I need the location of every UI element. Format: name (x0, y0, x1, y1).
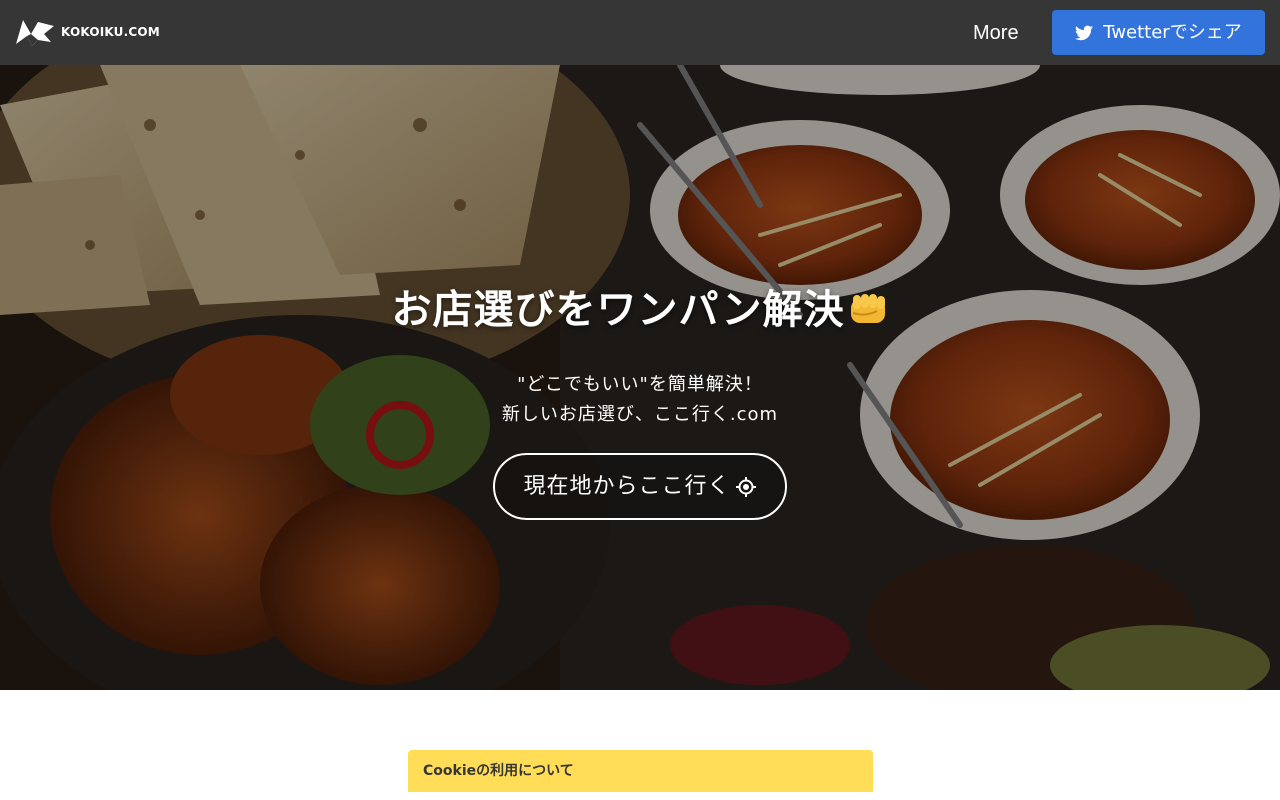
kokoiku-logo-icon (16, 20, 54, 46)
twitter-share-label: Twetterでシェア (1103, 21, 1242, 43)
hero-section: お店選びをワンパン解決 "どこでもいい"を簡単解決！ 新しいお店選び、ここ行く.… (0, 65, 1280, 690)
twitter-bird-icon (1075, 25, 1094, 40)
brand-text: KOKOIKU.COM (61, 25, 160, 39)
nav-more-link[interactable]: More (973, 21, 1019, 45)
crosshair-location-icon (735, 476, 756, 497)
twitter-share-button[interactable]: Twetterでシェア (1052, 10, 1265, 55)
cookie-notice: Cookieの利用について (408, 750, 873, 792)
hero-title-text: お店選びをワンパン解決 (391, 287, 845, 333)
navbar: KOKOIKU.COM More Twetterでシェア (0, 0, 1280, 65)
brand-logo-link[interactable]: KOKOIKU.COM (14, 16, 160, 48)
cookie-notice-title: Cookieの利用について (423, 763, 574, 779)
hero-subtitle-line1: "どこでもいい"を簡単解決！ (517, 374, 763, 395)
hero-subtitle-line2: 新しいお店選び、ここ行く.com (501, 404, 779, 425)
hero-title: お店選びをワンパン解決 (0, 285, 1280, 335)
fist-icon (850, 294, 885, 323)
locate-from-current-position-button[interactable]: 現在地からここ行く (493, 453, 787, 520)
locate-button-label: 現在地からここ行く (523, 473, 731, 499)
hero-subtitle: "どこでもいい"を簡単解決！ 新しいお店選び、ここ行く.com (0, 370, 1280, 430)
